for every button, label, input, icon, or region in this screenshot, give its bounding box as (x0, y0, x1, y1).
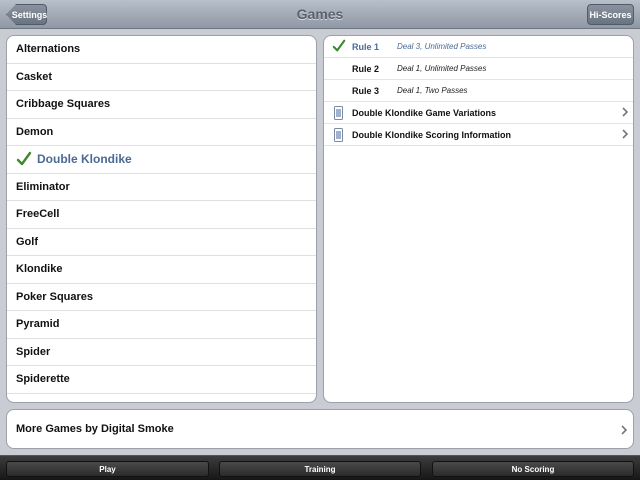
game-label: Double Klondike (37, 152, 132, 167)
rule-name: Rule 3 (352, 85, 380, 96)
rule-description: Deal 1, Two Passes (397, 86, 468, 95)
rule-description: Deal 3, Unlimited Passes (397, 42, 487, 51)
rule-description: Deal 1, Unlimited Passes (397, 64, 487, 73)
rule-option[interactable]: Rule 3 Deal 1, Two Passes (324, 80, 633, 102)
navigation-bar: Settings Games Hi-Scores (0, 0, 640, 29)
game-list-item[interactable]: Casket (7, 64, 316, 91)
card-icon (334, 128, 343, 142)
game-label: Spider (16, 345, 51, 358)
chevron-right-icon (621, 425, 627, 435)
game-list-item[interactable]: Eliminator (7, 174, 316, 201)
chevron-right-icon (622, 129, 628, 139)
info-link-label: Double Klondike Scoring Information (352, 129, 512, 140)
game-label: Golf (16, 235, 38, 248)
game-label: Spiderette (16, 373, 70, 386)
game-list-item[interactable]: FreeCell (7, 201, 316, 229)
game-label: Alternations (16, 43, 81, 56)
hi-scores-button[interactable]: Hi-Scores (587, 4, 634, 25)
info-link-row[interactable]: Double Klondike Scoring Information (324, 124, 633, 146)
game-label: Casket (16, 70, 53, 83)
game-list-item[interactable]: Golf (7, 229, 316, 256)
play-button[interactable]: Play (6, 461, 209, 477)
rule-name: Rule 1 (352, 41, 380, 52)
game-details: Rule 1 Deal 3, Unlimited Passes Rule 2 Deal… (323, 35, 634, 403)
game-list-item[interactable]: Demon (7, 119, 316, 146)
game-list-item[interactable]: Spider (7, 339, 316, 366)
rule-name: Rule 2 (352, 63, 380, 74)
bottom-toolbar: Play Training No Scoring (0, 455, 640, 480)
checkmark-icon (332, 39, 346, 52)
rule-option[interactable]: Rule 1 Deal 3, Unlimited Passes (324, 36, 633, 58)
info-link-label: Double Klondike Game Variations (352, 107, 497, 118)
card-icon (334, 106, 343, 120)
game-label: Tri-Peaks (16, 401, 65, 402)
more-games-label: More Games by Digital Smoke (16, 423, 174, 435)
game-list-item[interactable]: Tri-Peaks (7, 394, 316, 402)
game-list-item[interactable]: Poker Squares (7, 284, 316, 311)
game-label: Poker Squares (16, 290, 94, 303)
info-link-row[interactable]: Double Klondike Game Variations (324, 102, 633, 124)
no-scoring-button[interactable]: No Scoring (432, 461, 634, 477)
game-label: Demon (16, 125, 54, 138)
game-label: Klondike (16, 263, 63, 276)
game-list-item[interactable]: Spiderette (7, 366, 316, 394)
game-label: Cribbage Squares (16, 98, 111, 111)
game-list-item[interactable]: Klondike (7, 256, 316, 284)
chevron-right-icon (622, 107, 628, 117)
game-list-item[interactable]: Cribbage Squares (7, 91, 316, 119)
game-label: Pyramid (16, 318, 60, 331)
game-label: Eliminator (16, 180, 70, 193)
games-list: Alternations Casket Cribbage Squares Demon … (6, 35, 317, 403)
training-button[interactable]: Training (219, 461, 421, 477)
checkmark-icon (16, 152, 32, 166)
game-list-item[interactable]: Double Klondike (7, 146, 316, 174)
more-games-row[interactable]: More Games by Digital Smoke (6, 409, 634, 449)
page-title: Games (296, 6, 344, 22)
rule-option[interactable]: Rule 2 Deal 1, Unlimited Passes (324, 58, 633, 80)
game-list-item[interactable]: Pyramid (7, 311, 316, 339)
game-label: FreeCell (16, 208, 60, 221)
game-list-item[interactable]: Alternations (7, 36, 316, 64)
